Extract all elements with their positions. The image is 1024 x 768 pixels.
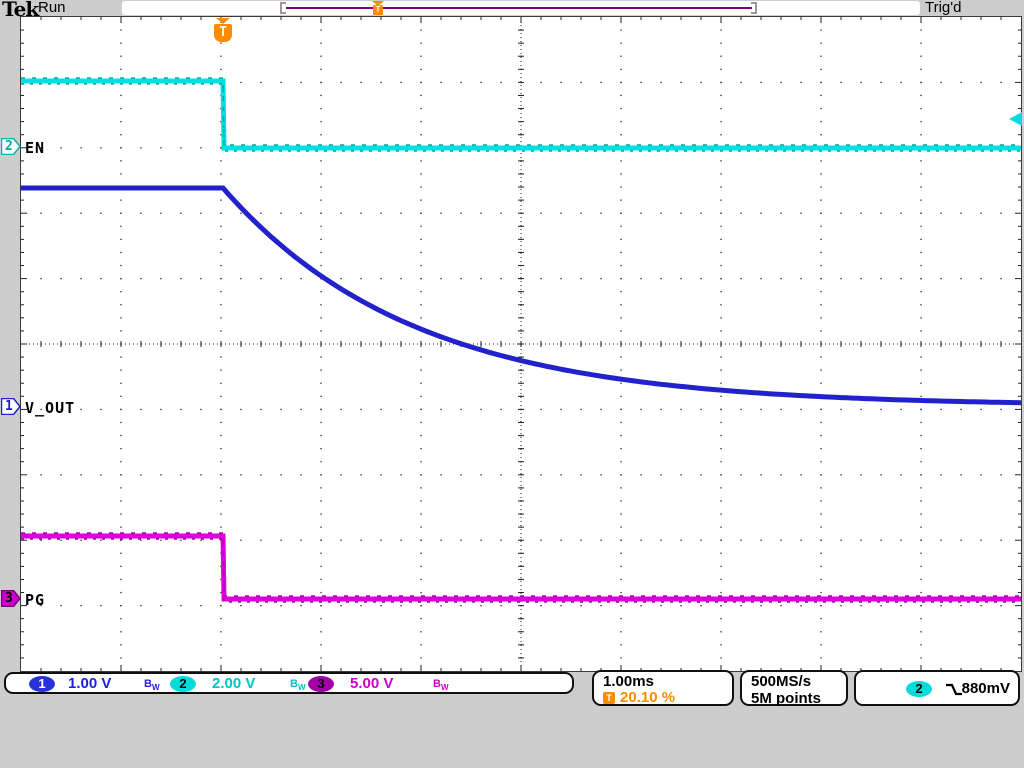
trace-label-en: EN (25, 139, 45, 157)
trigger-level-value: 880mV (962, 680, 1010, 698)
record-length: 5M points (751, 690, 846, 707)
record-view-bar[interactable]: T (122, 1, 920, 15)
scope-traces-svg (21, 17, 1021, 671)
record-waveform-line (286, 7, 752, 9)
trace-label-vout: V_OUT (25, 399, 75, 417)
bandwidth-limit-icon: BW (144, 676, 160, 696)
bandwidth-limit-icon: BW (433, 676, 449, 696)
channel-number: 3 (5, 590, 13, 607)
top-status-bar: Tek Run T Trig'd (0, 0, 1024, 16)
channel-2-scale: 2.00 V (212, 675, 255, 693)
channel-1-position-marker[interactable]: 1 (1, 398, 21, 415)
bandwidth-limit-icon: BW (290, 676, 306, 696)
trigger-position-percent: 20.10 % (620, 690, 675, 706)
trigger-t-icon: T (603, 692, 615, 704)
channel-1-scale: 1.00 V (68, 675, 111, 693)
trigger-position-marker[interactable]: T (209, 17, 239, 61)
trigger-source-badge: 2 (906, 681, 932, 697)
acquisition-readout[interactable]: 500MS/s 5M points (740, 670, 848, 706)
horizontal-readout[interactable]: 1.00ms T 20.10 % (592, 670, 734, 706)
acquisition-status: Run (38, 0, 66, 16)
channel-2-badge[interactable]: 2 (170, 676, 196, 692)
trigger-t-icon: T (373, 5, 383, 15)
channel-3-scale: 5.00 V (350, 675, 393, 693)
trigger-readout[interactable]: 2 880mV (854, 670, 1020, 706)
trigger-state-label: Trig'd (925, 0, 961, 16)
trace-label-pg: PG (25, 591, 45, 609)
channel-number: 2 (5, 138, 13, 155)
timebase-value: 1.00ms (603, 673, 732, 690)
channel-scale-readout[interactable]: 1 1.00 V BW 2 2.00 V BW 3 5.00 V BW (4, 672, 574, 694)
trigger-level-arrow-icon[interactable] (1009, 112, 1022, 126)
channel-3-position-marker[interactable]: 3 (1, 590, 21, 607)
channel-3-badge[interactable]: 3 (308, 676, 334, 692)
channel-number: 1 (5, 398, 13, 415)
waveform-display: EN V_OUT PG T (20, 16, 1022, 672)
trigger-t-icon: T (214, 24, 232, 42)
trigger-position-record-icon[interactable]: T (371, 1, 385, 15)
channel-1-badge[interactable]: 1 (29, 676, 55, 692)
sample-rate: 500MS/s (751, 673, 846, 690)
channel-2-position-marker[interactable]: 2 (1, 138, 21, 155)
